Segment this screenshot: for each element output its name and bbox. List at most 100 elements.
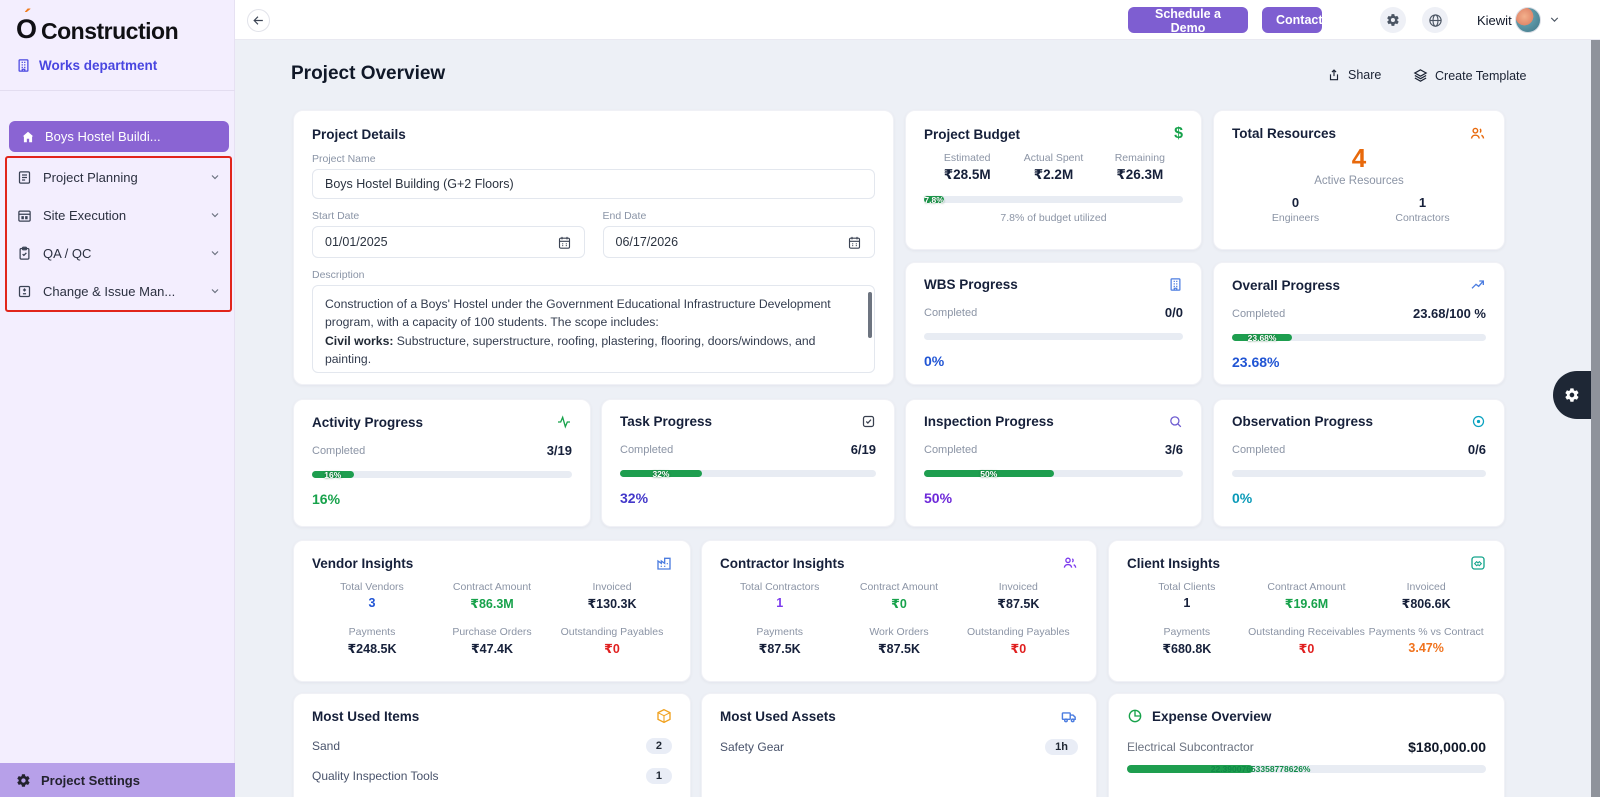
actual-spent-value: ₹2.2M — [1010, 167, 1096, 183]
user-name[interactable]: Kiewit — [1477, 13, 1512, 28]
back-button[interactable] — [247, 9, 270, 32]
client-insights-card: Client Insights Total Clients1 Contract … — [1108, 540, 1505, 682]
planning-icon — [17, 170, 32, 185]
count-badge: 2 — [646, 738, 672, 754]
sidebar-divider — [0, 90, 235, 91]
budget-progress-bar: 7.8% — [924, 196, 1183, 203]
building-icon — [16, 58, 31, 73]
chevron-down-icon[interactable] — [1548, 13, 1561, 31]
share-button[interactable]: Share — [1327, 68, 1381, 82]
sidebar-item-works-department[interactable]: Works department — [16, 58, 157, 73]
start-date-label: Start Date — [312, 210, 585, 222]
task-ratio: 6/19 — [851, 442, 876, 457]
language-globe-button[interactable] — [1422, 7, 1448, 33]
calendar-icon[interactable] — [557, 235, 572, 250]
people-icon — [1062, 555, 1078, 571]
list-item[interactable]: Sand 2 — [312, 738, 672, 754]
insight-value: ₹0 — [552, 641, 672, 656]
chevron-down-icon[interactable] — [209, 171, 221, 183]
logo-mark: O´ — [16, 16, 37, 43]
contact-button[interactable]: Contact — [1262, 7, 1322, 33]
dollar-icon: $ — [1174, 125, 1183, 143]
gear-icon — [16, 773, 31, 788]
insight-value: 1 — [720, 596, 839, 610]
avatar[interactable] — [1515, 7, 1541, 33]
insight-value: 3.47% — [1366, 641, 1486, 655]
list-item[interactable]: Safety Gear 1h — [720, 739, 1078, 755]
activity-progress-card: Activity Progress Completed3/19 16% 16% — [293, 399, 591, 527]
most-used-assets-card: Most Used Assets Safety Gear 1h — [701, 693, 1097, 797]
topbar: Schedule a Demo Contact Kiewit — [235, 0, 1600, 40]
insight-value: ₹130.3K — [552, 596, 672, 611]
insight-value: ₹87.5K — [720, 641, 839, 656]
share-icon — [1327, 68, 1341, 82]
wbs-progress-card: WBS Progress Completed0/0 0% — [905, 262, 1202, 385]
vendor-insights-card: Vendor Insights Total Vendors3 Contract … — [293, 540, 691, 682]
overall-progress-card: Overall Progress Completed23.68/100 % 23… — [1213, 262, 1505, 385]
schedule-demo-button[interactable]: Schedule a Demo — [1128, 7, 1248, 33]
description-scrollbar[interactable] — [868, 292, 872, 338]
home-icon — [21, 130, 35, 144]
chevron-down-icon[interactable] — [209, 247, 221, 259]
expense-row[interactable]: Electrical Subcontractor $180,000.00 — [1127, 739, 1486, 755]
handshake-icon — [1470, 555, 1486, 571]
count-badge: 1 — [646, 768, 672, 784]
insight-value: 1 — [1127, 596, 1247, 610]
sidebar-item-qa-qc[interactable]: QA / QC — [9, 234, 229, 272]
contractors-count: 1 — [1359, 195, 1486, 210]
insight-value: ₹87.5K — [959, 596, 1078, 611]
project-name-input[interactable]: Boys Hostel Building (G+2 Floors) — [312, 169, 875, 199]
insight-value: ₹248.5K — [312, 641, 432, 656]
end-date-input[interactable]: 06/17/2026 — [603, 226, 876, 258]
sidebar-item-project-settings[interactable]: Project Settings — [0, 763, 235, 797]
estimated-value: ₹28.5M — [924, 167, 1010, 183]
sidebar: O´ Construction Works department Boys Ho… — [0, 0, 235, 797]
activity-pulse-icon — [556, 414, 572, 430]
wbs-progress-bar — [924, 333, 1183, 340]
page-scrollbar-thumb[interactable] — [1591, 40, 1600, 797]
overall-percent: 23.68% — [1232, 354, 1486, 370]
task-percent: 32% — [620, 490, 876, 506]
insight-value: ₹806.6K — [1366, 596, 1486, 611]
card-title: Project Details — [312, 127, 406, 142]
people-icon — [1469, 125, 1486, 142]
chevron-down-icon[interactable] — [209, 209, 221, 221]
budget-caption: 7.8% of budget utilized — [924, 212, 1183, 224]
expense-amount: $180,000.00 — [1408, 739, 1486, 755]
calendar-icon[interactable] — [847, 235, 862, 250]
factory-icon — [656, 555, 672, 571]
truck-icon — [1061, 708, 1078, 725]
insight-value: ₹47.4K — [432, 641, 552, 656]
list-item[interactable]: Quality Inspection Tools 1 — [312, 768, 672, 784]
insight-value: ₹0 — [839, 596, 958, 611]
create-template-button[interactable]: Create Template — [1413, 68, 1527, 83]
contractor-insights-card: Contractor Insights Total Contractors1 C… — [701, 540, 1097, 682]
package-icon — [656, 708, 672, 724]
sidebar-menu: Project Planning Site Execution QA / QC — [9, 158, 229, 310]
count-badge: 1h — [1045, 739, 1078, 755]
insight-value: ₹87.5K — [839, 641, 958, 656]
layers-icon — [1413, 68, 1428, 83]
description-label: Description — [312, 269, 875, 281]
start-date-input[interactable]: 01/01/2025 — [312, 226, 585, 258]
insight-value: ₹19.6M — [1247, 596, 1367, 611]
brand-logo: O´ Construction — [16, 16, 178, 43]
end-date-label: End Date — [603, 210, 876, 222]
insight-value: ₹0 — [1247, 641, 1367, 656]
sidebar-item-active-project[interactable]: Boys Hostel Buildi... — [9, 121, 229, 152]
sidebar-item-change-issue-management[interactable]: Change & Issue Man... — [9, 272, 229, 310]
most-used-items-card: Most Used Items Sand 2 Quality Inspectio… — [293, 693, 691, 797]
remaining-value: ₹26.3M — [1097, 167, 1183, 183]
expense-overview-card: Expense Overview Electrical Subcontracto… — [1108, 693, 1505, 797]
chevron-down-icon[interactable] — [209, 285, 221, 297]
department-label: Works department — [39, 58, 157, 73]
sidebar-item-site-execution[interactable]: Site Execution — [9, 196, 229, 234]
floating-settings-button[interactable] — [1553, 371, 1591, 419]
activity-ratio: 3/19 — [547, 443, 572, 458]
project-budget-card: Project Budget $ Estimated₹28.5M Actual … — [905, 110, 1202, 250]
sidebar-item-project-planning[interactable]: Project Planning — [9, 158, 229, 196]
inspection-progress-bar: 50% — [924, 470, 1183, 477]
settings-gear-button[interactable] — [1380, 7, 1406, 33]
description-textarea[interactable]: Construction of a Boys' Hostel under the… — [312, 285, 875, 373]
insight-value: ₹86.3M — [432, 596, 552, 611]
